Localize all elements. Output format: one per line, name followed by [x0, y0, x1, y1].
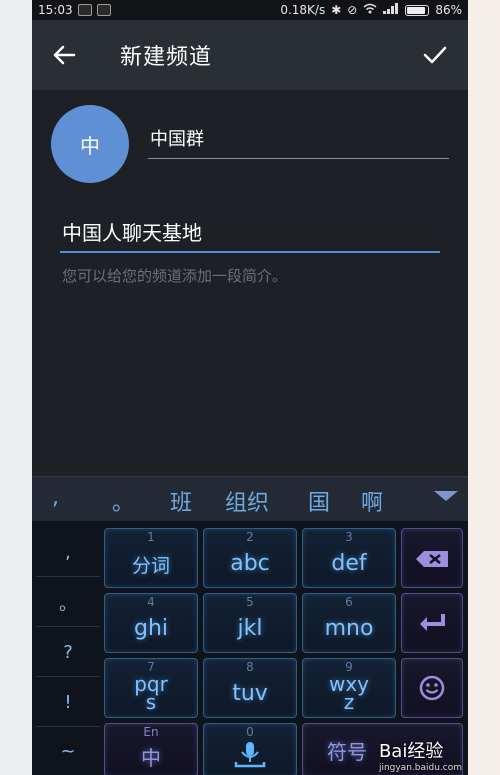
- punct-key[interactable]: ,: [36, 529, 100, 577]
- net-speed: 0.18K/s: [280, 3, 326, 17]
- watermark-text: Bai经验: [378, 741, 444, 762]
- channel-name-input[interactable]: 中国群: [148, 125, 449, 159]
- description-hint: 您可以给您的频道添加一段简介。: [62, 267, 288, 285]
- key-number: 5: [246, 595, 254, 609]
- avatar-letter: 中: [80, 133, 100, 158]
- candidate-item[interactable]: 组织: [225, 485, 269, 517]
- key-4[interactable]: 4 ghi: [104, 593, 198, 653]
- key-6[interactable]: 6 mno: [302, 593, 396, 653]
- phone-screen: 15:03 0.18K/s ✱ ⊘ 86% 新建频道 中 中国群 中国人聊天基地…: [32, 0, 468, 775]
- key-label: 分词: [131, 555, 170, 577]
- candidate-item[interactable]: 。: [112, 485, 134, 517]
- key-9[interactable]: 9 wxy z: [302, 658, 396, 718]
- battery-icon: [405, 4, 430, 16]
- candidate-item[interactable]: 啊: [361, 485, 383, 517]
- key-number: 6: [345, 595, 353, 609]
- backspace-icon: [416, 551, 448, 567]
- punct-key[interactable]: ?: [36, 629, 100, 677]
- key-label: ghi: [133, 616, 169, 641]
- key-number: 4: [147, 595, 155, 609]
- lang-top-label: En: [143, 725, 159, 739]
- smiley-icon: [419, 675, 445, 701]
- backspace-key[interactable]: [401, 528, 463, 588]
- bluetooth-icon: ✱: [331, 3, 342, 17]
- key-number: 1: [147, 530, 155, 544]
- language-key[interactable]: En 中: [104, 723, 198, 775]
- channel-avatar[interactable]: 中: [51, 105, 129, 183]
- arrow-left-icon: [53, 45, 76, 65]
- key-label: def: [331, 551, 367, 576]
- lang-main-label: 中: [141, 746, 161, 770]
- notification-icon: [77, 4, 92, 16]
- toolbar: 新建频道: [32, 20, 468, 90]
- description-input[interactable]: 中国人聊天基地: [60, 217, 440, 253]
- key-label: wxy z: [328, 672, 370, 714]
- watermark: Bai经验 jingyan.baidu.com: [379, 737, 462, 773]
- page-title: 新建频道: [120, 45, 213, 70]
- channel-form: 中 中国群 中国人聊天基地 您可以给您的频道添加一段简介。: [32, 90, 468, 476]
- alarm-off-icon: ⊘: [347, 3, 358, 17]
- key-label: pqr s: [134, 672, 168, 714]
- back-button[interactable]: [32, 20, 96, 90]
- key-number: 3: [345, 530, 353, 544]
- key-label: mno: [324, 616, 374, 641]
- key-label: jkl: [237, 616, 263, 641]
- key-label: abc: [230, 551, 270, 576]
- key-7[interactable]: 7 pqr s: [104, 658, 198, 718]
- key-1[interactable]: 1 分词: [104, 528, 198, 588]
- key-number: 0: [246, 725, 254, 739]
- key-number: 2: [246, 530, 254, 544]
- key-3[interactable]: 3 def: [302, 528, 396, 588]
- check-icon: [423, 46, 447, 64]
- emoji-key[interactable]: [401, 658, 463, 718]
- enter-key[interactable]: [401, 593, 463, 653]
- space-key[interactable]: 0: [203, 723, 297, 775]
- key-5[interactable]: 5 jkl: [203, 593, 297, 653]
- expand-candidates-icon[interactable]: [434, 491, 458, 501]
- punct-key[interactable]: ~: [36, 729, 100, 773]
- notification-icon: [96, 4, 111, 16]
- candidate-bar: , 。 班 组织 国 啊: [32, 476, 468, 521]
- wifi-icon: [363, 3, 377, 17]
- enter-icon: [420, 614, 445, 631]
- microphone-icon: [234, 742, 266, 768]
- battery-percent: 86%: [435, 3, 462, 17]
- watermark-url: jingyan.baidu.com: [378, 763, 462, 773]
- status-bar: 15:03 0.18K/s ✱ ⊘ 86%: [32, 0, 468, 20]
- key-2[interactable]: 2 abc: [203, 528, 297, 588]
- candidate-item[interactable]: 班: [170, 485, 192, 517]
- candidate-item[interactable]: 国: [308, 485, 330, 517]
- key-8[interactable]: 8 tuv: [203, 658, 297, 718]
- status-time: 15:03: [38, 3, 73, 17]
- candidate-item[interactable]: ,: [52, 485, 59, 510]
- done-button[interactable]: [402, 20, 468, 90]
- key-number: 8: [246, 660, 254, 674]
- punct-key[interactable]: 。: [36, 579, 100, 627]
- keyboard: , 。 ? ! ~ 1 分词 2 abc 3 def 4 ghi 5 jkl 6…: [32, 521, 468, 775]
- key-label: tuv: [232, 681, 268, 706]
- punct-key[interactable]: !: [36, 679, 100, 727]
- signal-icon: [383, 3, 399, 17]
